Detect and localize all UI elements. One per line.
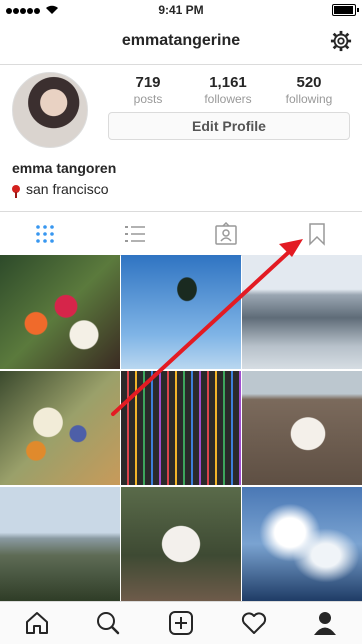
location-label: san francisco <box>26 181 109 197</box>
status-time: 9:41 PM <box>158 3 204 17</box>
stat-label: followers <box>204 92 252 106</box>
photo-grid <box>0 255 362 601</box>
search-icon[interactable] <box>95 610 121 636</box>
photo-tile-flowers[interactable] <box>0 371 120 485</box>
location: san francisco <box>12 181 109 198</box>
tagged-icon[interactable] <box>214 222 238 246</box>
pin-icon <box>12 185 20 198</box>
photo-tile-clouds[interactable] <box>242 487 362 601</box>
photo-tile-coast[interactable] <box>0 487 120 601</box>
battery-icon <box>332 4 359 16</box>
profile-header: emmatangerine <box>0 20 362 65</box>
stat-label: following <box>285 92 333 106</box>
page-title: emmatangerine <box>121 32 241 49</box>
bottom-tab-bar <box>0 601 362 644</box>
stat-value: 719 <box>135 74 161 91</box>
home-icon[interactable] <box>24 610 50 636</box>
avatar[interactable] <box>12 72 88 148</box>
photo-tile-palm[interactable] <box>121 255 241 369</box>
view-tabs <box>0 211 362 256</box>
stat-followers[interactable]: 1,161 followers <box>193 74 263 106</box>
edit-profile-button[interactable]: Edit Profile <box>108 112 350 140</box>
heart-icon[interactable] <box>241 610 267 636</box>
photo-tile-beach[interactable] <box>242 255 362 369</box>
gear-icon[interactable] <box>330 30 352 52</box>
stat-following[interactable]: 520 following <box>274 74 344 106</box>
stat-value: 520 <box>296 74 322 91</box>
stat-value: 1,161 <box>209 74 247 91</box>
photo-tile-dog-beach[interactable] <box>242 371 362 485</box>
photo-tile-dog-trail[interactable] <box>121 487 241 601</box>
saved-icon[interactable] <box>305 222 329 246</box>
photo-tile-rainbow-steps[interactable] <box>121 371 241 485</box>
grid-icon[interactable] <box>33 222 57 246</box>
list-icon[interactable] <box>123 222 147 246</box>
full-name: emma tangoren <box>12 160 117 176</box>
stat-label: posts <box>133 92 163 106</box>
photo-tile-bouquet[interactable] <box>0 255 120 369</box>
stat-posts[interactable]: 719 posts <box>113 74 183 106</box>
add-icon[interactable] <box>168 610 194 636</box>
profile-icon[interactable] <box>312 610 338 636</box>
status-bar: 9:41 PM <box>0 0 362 20</box>
